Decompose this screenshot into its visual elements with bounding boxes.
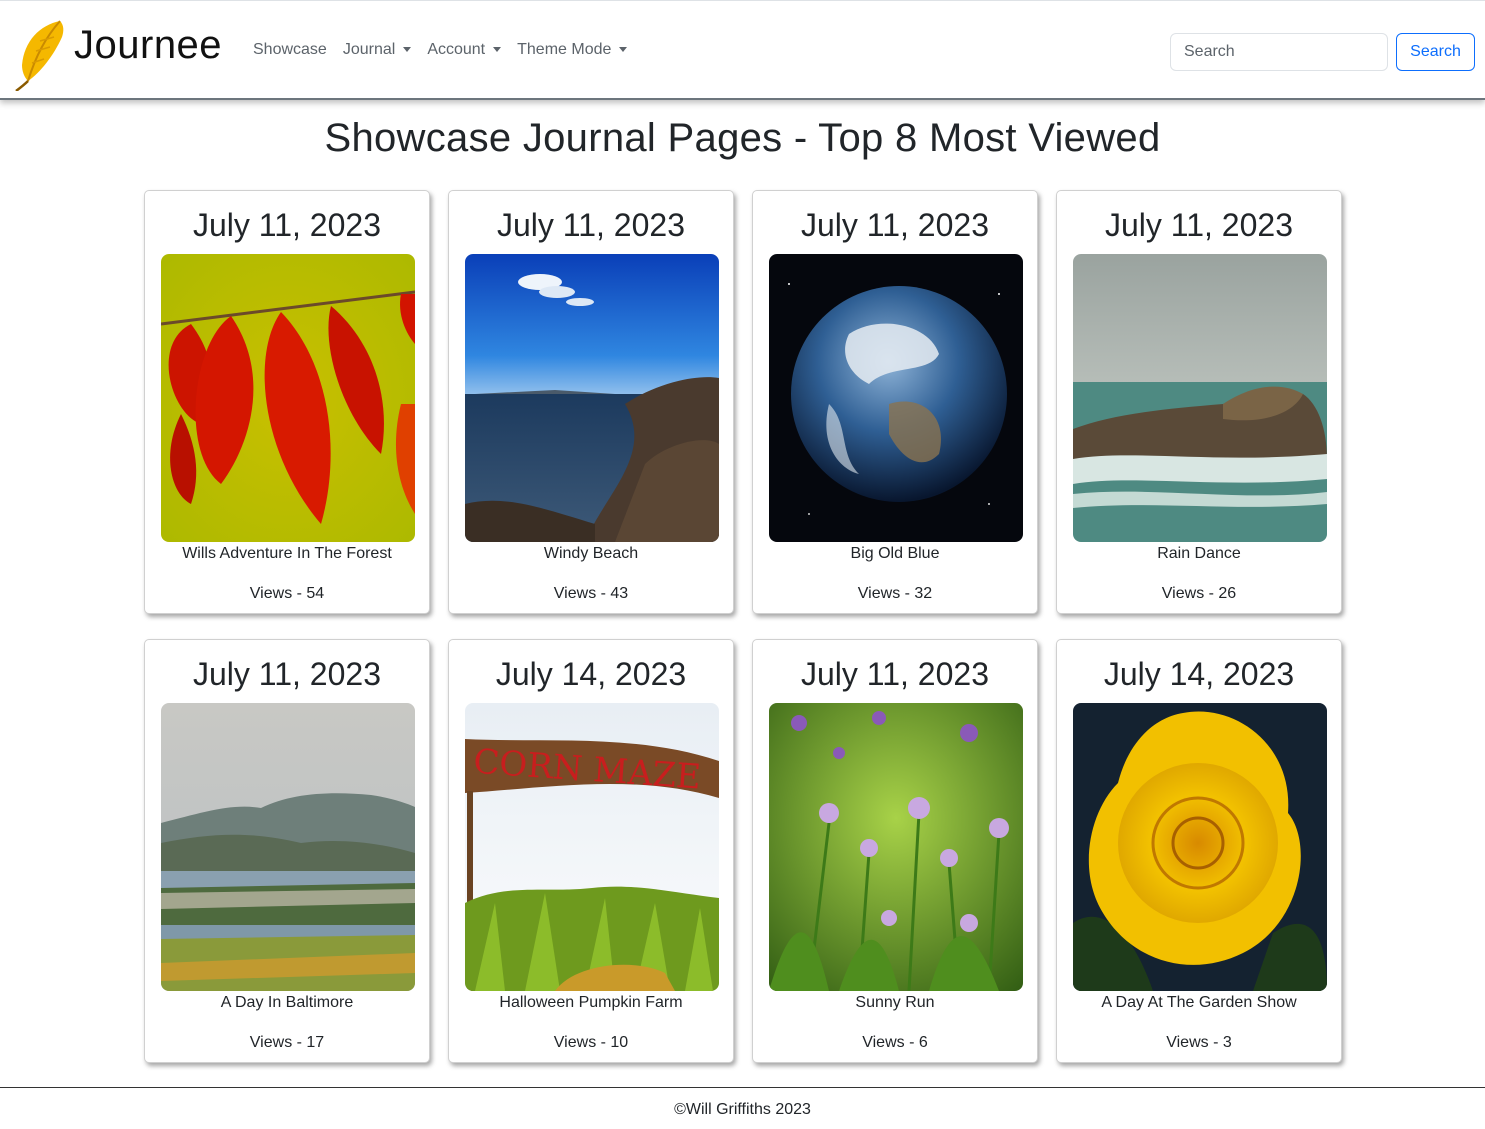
corn-maze-image: CORN MAZE xyxy=(465,703,719,991)
card-image[interactable] xyxy=(1073,703,1327,991)
journal-card[interactable]: July 11, 2023 Rain Dance Views - 26 xyxy=(1056,190,1342,614)
journal-card[interactable]: July 14, 2023 CORN MAZE Halloween Pumpki… xyxy=(448,639,734,1063)
card-title: Big Old Blue xyxy=(850,545,940,562)
rocky-beach-image xyxy=(465,254,719,542)
quill-feather-icon xyxy=(15,20,64,91)
card-title: A Day In Baltimore xyxy=(220,994,354,1011)
journal-card[interactable]: July 14, 2023 A Day At The Garden Show V… xyxy=(1056,639,1342,1063)
nav-menu: Showcase Journal Account Theme Mode xyxy=(253,41,643,59)
card-views: Views - 3 xyxy=(1166,1034,1232,1051)
nav-account-dropdown[interactable]: Account xyxy=(427,41,502,59)
caret-down-icon xyxy=(403,46,412,52)
nav-showcase-label: Showcase xyxy=(253,41,327,58)
card-date: July 14, 2023 xyxy=(1103,656,1295,692)
card-views: Views - 43 xyxy=(553,585,629,602)
search-input[interactable] xyxy=(1170,33,1388,71)
card-title: Halloween Pumpkin Farm xyxy=(499,994,683,1011)
card-image[interactable] xyxy=(1073,254,1327,542)
footer-copyright: ©Will Griffiths 2023 xyxy=(674,1101,811,1118)
nav-theme-mode-label: Theme Mode xyxy=(517,41,612,58)
card-views: Views - 6 xyxy=(862,1034,928,1051)
page-title: Showcase Journal Pages - Top 8 Most View… xyxy=(324,116,1161,160)
card-title: Windy Beach xyxy=(543,545,639,562)
card-image[interactable] xyxy=(769,703,1023,991)
wildflowers-image xyxy=(769,703,1023,991)
card-date: July 14, 2023 xyxy=(495,656,687,692)
earth-image xyxy=(769,254,1023,542)
coastal-town-image xyxy=(161,703,415,991)
card-views: Views - 26 xyxy=(1161,585,1237,602)
red-leaves-image xyxy=(161,254,415,542)
card-views: Views - 10 xyxy=(553,1034,629,1051)
search-button[interactable]: Search xyxy=(1396,33,1475,71)
card-title: Wills Adventure In The Forest xyxy=(182,545,392,562)
brand-name: Journee xyxy=(74,22,223,67)
nav-journal-dropdown[interactable]: Journal xyxy=(342,41,412,59)
card-image[interactable] xyxy=(161,254,415,542)
caret-down-icon xyxy=(619,46,628,52)
journal-card[interactable]: July 11, 2023 xyxy=(448,190,734,614)
footer: ©Will Griffiths 2023 xyxy=(0,1087,1485,1129)
nav-theme-mode-dropdown[interactable]: Theme Mode xyxy=(517,41,628,59)
card-date: July 11, 2023 xyxy=(193,207,381,243)
card-image[interactable] xyxy=(161,703,415,991)
nav-account-label: Account xyxy=(427,41,486,58)
journal-card[interactable]: July 11, 2023 A Day In Baltimore Views -… xyxy=(144,639,430,1063)
journal-card[interactable]: July 11, 2023 Wills Adventure In The For… xyxy=(144,190,430,614)
card-title: Sunny Run xyxy=(855,994,935,1011)
card-date: July 11, 2023 xyxy=(801,656,989,692)
card-image[interactable] xyxy=(465,254,719,542)
card-image[interactable] xyxy=(769,254,1023,542)
brand[interactable]: Journee xyxy=(10,15,222,91)
nav-showcase-link[interactable]: Showcase xyxy=(253,41,327,59)
yellow-rose-image xyxy=(1073,703,1327,991)
top-navbar: Journee Showcase Journal Account Theme M… xyxy=(0,0,1485,100)
card-date: July 11, 2023 xyxy=(801,207,989,243)
card-image[interactable]: CORN MAZE xyxy=(465,703,719,991)
card-date: July 11, 2023 xyxy=(497,207,685,243)
nav-journal-label: Journal xyxy=(342,41,396,58)
card-views: Views - 17 xyxy=(249,1034,325,1051)
journal-card[interactable]: July 11, 2023 xyxy=(752,639,1038,1063)
journal-card[interactable]: July 11, 2023 Big Old Blue Views - 32 xyxy=(752,190,1038,614)
card-views: Views - 54 xyxy=(249,585,325,602)
card-date: July 11, 2023 xyxy=(1105,207,1293,243)
card-views: Views - 32 xyxy=(857,585,933,602)
card-title: A Day At The Garden Show xyxy=(1101,994,1297,1011)
card-title: Rain Dance xyxy=(1157,545,1241,562)
rock-island-image xyxy=(1073,254,1327,542)
caret-down-icon xyxy=(493,46,502,52)
card-date: July 11, 2023 xyxy=(193,656,381,692)
